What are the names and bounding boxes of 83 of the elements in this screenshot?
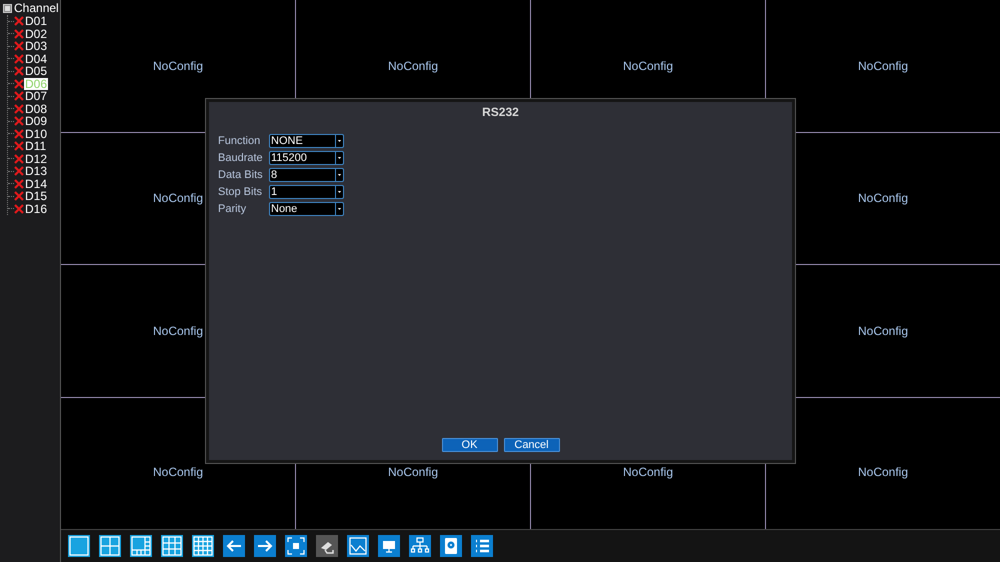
- cell-status: NoConfig: [622, 464, 674, 482]
- toolbar-button[interactable]: [347, 535, 369, 557]
- toolbar-button[interactable]: [192, 535, 214, 557]
- cell-status: NoConfig: [858, 58, 908, 75]
- fullscreen-icon: [285, 535, 307, 557]
- cancel-button[interactable]: Cancel: [504, 438, 560, 452]
- tree-title: Channel: [14, 2, 59, 15]
- error-icon: [14, 104, 24, 114]
- single-view-icon: [68, 535, 90, 557]
- toolbar-button[interactable]: [254, 535, 276, 557]
- dropdown-arrow-icon: [335, 203, 343, 215]
- sixteen-view-icon: [192, 535, 214, 557]
- error-icon: [14, 66, 24, 76]
- toolbar-button[interactable]: [68, 535, 90, 557]
- error-icon: [14, 16, 24, 26]
- dropdown[interactable]: NONE: [269, 134, 344, 148]
- cell-status: NoConfig: [388, 464, 438, 482]
- error-icon: [14, 178, 24, 189]
- error-icon: [14, 166, 24, 176]
- multi-view-icon: [130, 535, 152, 557]
- line-chart-icon: [347, 535, 369, 557]
- channel-item[interactable]: D07: [24, 90, 48, 102]
- cell-status: NoConfig: [858, 464, 908, 482]
- toolbar-button[interactable]: [471, 535, 493, 557]
- channel-item[interactable]: D16: [24, 202, 48, 215]
- cell-status: NoConfig: [388, 58, 438, 75]
- toolbar-button[interactable]: [130, 535, 152, 557]
- dialog-title: RS232: [481, 104, 520, 121]
- channel-item[interactable]: D02: [24, 28, 48, 40]
- channel-item[interactable]: D09: [24, 115, 48, 128]
- error-icon: [14, 128, 24, 139]
- cell-status: NoConfig: [152, 58, 204, 75]
- ok-button[interactable]: OK: [442, 438, 498, 452]
- collapse-icon[interactable]: [3, 4, 12, 13]
- channel-item[interactable]: D15: [24, 190, 48, 202]
- field-label: Data Bits: [218, 168, 264, 182]
- channel-item[interactable]: D04: [24, 52, 48, 65]
- dropdown-arrow-icon: [335, 169, 343, 181]
- channel-item[interactable]: D12: [24, 152, 48, 165]
- channel-item[interactable]: D13: [24, 165, 48, 178]
- dropdown-arrow-icon: [335, 186, 343, 198]
- error-icon: [14, 204, 24, 214]
- channel-item[interactable]: D08: [24, 102, 48, 115]
- cell-status: NoConfig: [152, 464, 204, 482]
- error-icon: [14, 28, 24, 39]
- toolbar-button[interactable]: [285, 535, 307, 557]
- error-icon: [14, 191, 24, 202]
- dropdown-arrow-icon: [335, 152, 343, 164]
- channel-item[interactable]: D03: [24, 40, 48, 52]
- toolbar-button[interactable]: [409, 535, 431, 557]
- cell-status: NoConfig: [858, 322, 908, 340]
- dropdown[interactable]: 115200: [269, 151, 344, 165]
- field-label: Stop Bits: [218, 186, 264, 198]
- toolbar-button[interactable]: [378, 535, 400, 557]
- error-icon: [14, 154, 24, 164]
- field-label: Function: [218, 134, 262, 148]
- toolbar-button[interactable]: [161, 535, 183, 557]
- dropdown[interactable]: 8: [269, 168, 344, 182]
- toolbar-button[interactable]: [223, 535, 245, 557]
- dropdown-arrow-icon: [335, 135, 343, 147]
- error-icon: [14, 141, 24, 152]
- nine-view-icon: [161, 535, 183, 557]
- field-label: Baudrate: [218, 152, 264, 164]
- dropdown[interactable]: None: [269, 202, 344, 216]
- toolbar-button[interactable]: [99, 535, 121, 557]
- channel-item[interactable]: D14: [24, 178, 48, 190]
- error-icon: [14, 41, 24, 52]
- error-icon: [14, 91, 24, 102]
- quad-view-icon: [99, 535, 121, 557]
- cell-status: NoConfig: [152, 190, 204, 208]
- error-icon: [14, 78, 24, 89]
- cell-status: NoConfig: [622, 58, 674, 75]
- error-icon: [14, 116, 24, 126]
- toolbar-button[interactable]: [440, 535, 462, 557]
- dropdown[interactable]: 1: [269, 185, 344, 199]
- channel-item[interactable]: D10: [24, 128, 48, 140]
- channel-item[interactable]: D11: [24, 140, 48, 152]
- channel-item[interactable]: D01: [24, 15, 48, 28]
- field-label: Parity: [218, 202, 248, 216]
- error-icon: [14, 54, 24, 64]
- channel-item[interactable]: D05: [24, 65, 48, 78]
- cell-status: NoConfig: [152, 322, 204, 340]
- cell-status: NoConfig: [858, 190, 908, 208]
